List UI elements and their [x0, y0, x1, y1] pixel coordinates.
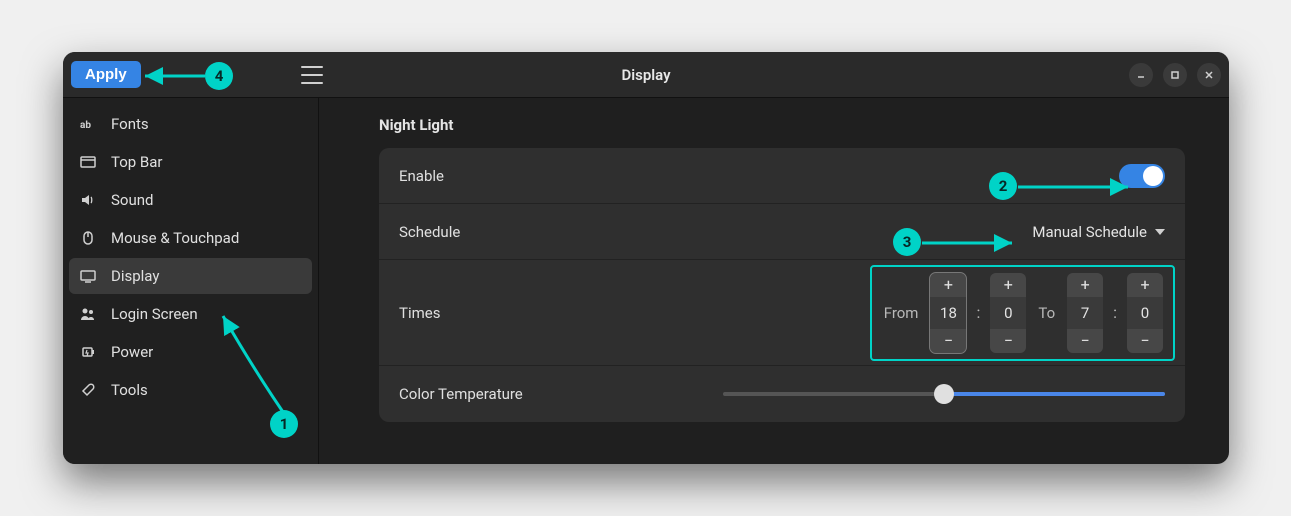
times-box: From + 18 − : + 0 − To	[870, 265, 1175, 361]
maximize-icon	[1170, 70, 1180, 80]
row-schedule: Schedule Manual Schedule	[379, 204, 1185, 260]
schedule-value: Manual Schedule	[1032, 223, 1147, 241]
maximize-button[interactable]	[1163, 63, 1187, 87]
to-minute-value: 0	[1127, 297, 1163, 329]
slider-knob[interactable]	[934, 384, 954, 404]
minus-icon[interactable]: −	[1127, 329, 1163, 353]
from-label: From	[884, 304, 919, 322]
sidebar-item-label: Login Screen	[111, 305, 198, 323]
plus-icon[interactable]: +	[1127, 273, 1163, 297]
plus-icon[interactable]: +	[990, 273, 1026, 297]
annotation-badge-2: 2	[989, 172, 1017, 200]
apply-button[interactable]: Apply	[71, 61, 141, 88]
color-temperature-slider[interactable]	[723, 392, 1165, 396]
titlebar: Apply Display	[63, 52, 1229, 98]
slider-fill	[944, 392, 1165, 396]
annotation-arrow-1	[213, 308, 303, 418]
content-area: Night Light Enable Schedule Manual Sched…	[319, 98, 1229, 464]
minus-icon[interactable]: −	[1067, 329, 1103, 353]
sidebar-item-label: Sound	[111, 191, 153, 209]
sidebar-item-label: Fonts	[111, 115, 149, 133]
minus-icon[interactable]: −	[930, 329, 966, 353]
from-hour-stepper[interactable]: + 18 −	[930, 273, 966, 353]
annotation-arrow-2	[1018, 178, 1138, 196]
annotation-badge-3: 3	[893, 228, 921, 256]
sidebar-item-sound[interactable]: Sound	[69, 182, 312, 218]
minimize-icon	[1136, 70, 1146, 80]
display-icon	[79, 267, 97, 285]
annotation-badge-1: 1	[270, 410, 298, 438]
hamburger-menu-icon[interactable]	[301, 66, 323, 84]
sidebar-item-display[interactable]: Display	[69, 258, 312, 294]
minimize-button[interactable]	[1129, 63, 1153, 87]
window-title: Display	[621, 66, 670, 84]
to-hour-value: 7	[1067, 297, 1103, 329]
sidebar-item-topbar[interactable]: Top Bar	[69, 144, 312, 180]
annotation-badge-4: 4	[205, 62, 233, 90]
row-color-temperature: Color Temperature	[379, 366, 1185, 422]
sidebar-item-label: Power	[111, 343, 153, 361]
sound-icon	[79, 191, 97, 209]
window-controls	[1129, 63, 1221, 87]
close-button[interactable]	[1197, 63, 1221, 87]
row-times: Times From + 18 − : + 0 −	[379, 260, 1185, 366]
enable-label: Enable	[399, 167, 444, 185]
schedule-label: Schedule	[399, 223, 460, 241]
mouse-icon	[79, 229, 97, 247]
annotation-arrow-3	[922, 234, 1022, 252]
sidebar-item-mouse[interactable]: Mouse & Touchpad	[69, 220, 312, 256]
topbar-icon	[79, 153, 97, 171]
from-minute-value: 0	[990, 297, 1026, 329]
close-icon	[1204, 70, 1214, 80]
to-hour-stepper[interactable]: + 7 −	[1067, 273, 1103, 353]
toggle-knob	[1143, 166, 1163, 186]
schedule-dropdown[interactable]: Manual Schedule	[1032, 223, 1165, 241]
settings-window: Apply Display ab Fonts Top Ba	[63, 52, 1229, 464]
chevron-down-icon	[1155, 229, 1165, 235]
sidebar-item-fonts[interactable]: ab Fonts	[69, 106, 312, 142]
sidebar-item-label: Tools	[111, 381, 148, 399]
colon: :	[976, 303, 980, 322]
from-hour-value: 18	[930, 297, 966, 329]
section-title: Night Light	[379, 116, 1185, 134]
plus-icon[interactable]: +	[1067, 273, 1103, 297]
times-label: Times	[399, 304, 440, 322]
power-icon	[79, 343, 97, 361]
minus-icon[interactable]: −	[990, 329, 1026, 353]
annotation-arrow-4	[141, 67, 211, 85]
fonts-icon: ab	[79, 115, 97, 133]
colon: :	[1113, 303, 1117, 322]
login-icon	[79, 305, 97, 323]
tools-icon	[79, 381, 97, 399]
from-minute-stepper[interactable]: + 0 −	[990, 273, 1026, 353]
sidebar-item-label: Mouse & Touchpad	[111, 229, 239, 247]
to-minute-stepper[interactable]: + 0 −	[1127, 273, 1163, 353]
color-temperature-label: Color Temperature	[399, 385, 523, 403]
sidebar-item-label: Display	[111, 267, 159, 285]
sidebar-item-label: Top Bar	[111, 153, 163, 171]
plus-icon[interactable]: +	[930, 273, 966, 297]
svg-text:ab: ab	[80, 120, 91, 131]
to-label: To	[1038, 304, 1055, 322]
